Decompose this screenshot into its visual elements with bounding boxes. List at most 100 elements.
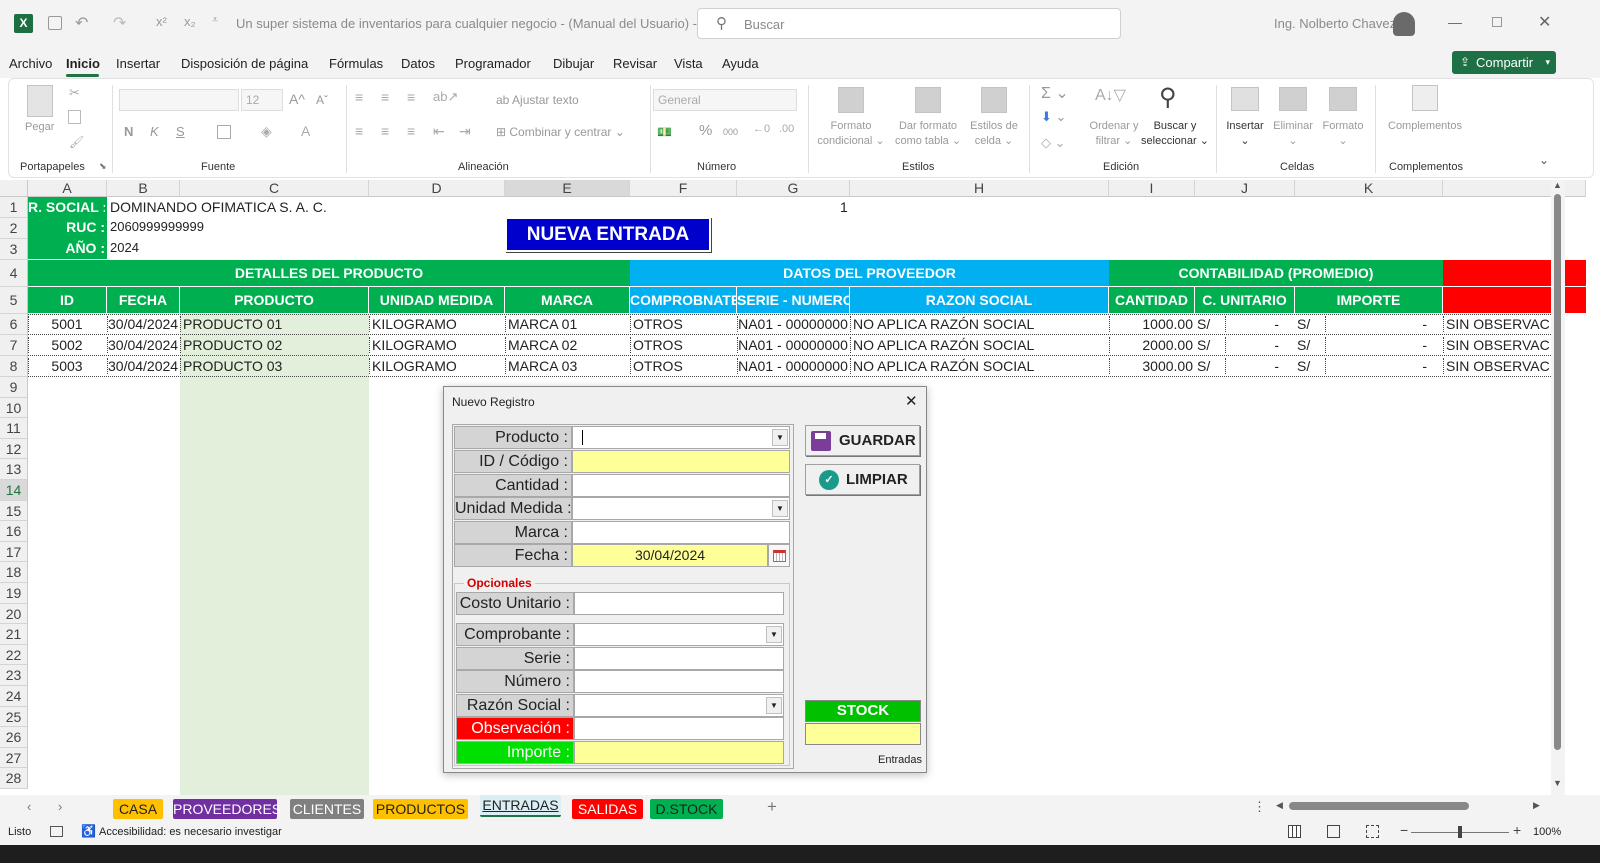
- menu-archivo[interactable]: Archivo: [9, 56, 52, 71]
- cell-marca[interactable]: MARCA 03: [505, 358, 630, 374]
- column-header-b[interactable]: B: [107, 180, 180, 197]
- cell-producto[interactable]: PRODUCTO 01: [180, 316, 369, 332]
- align-left-icon[interactable]: ≡: [355, 123, 363, 139]
- col-header-producto[interactable]: PRODUCTO: [180, 287, 369, 313]
- insert-cells-icon[interactable]: [1231, 87, 1259, 111]
- dialog-close-button[interactable]: ✕: [905, 392, 918, 410]
- limpiar-button[interactable]: ✓ LIMPIAR: [805, 464, 920, 495]
- column-header-e[interactable]: E: [505, 180, 630, 197]
- row-header[interactable]: 1: [0, 197, 28, 218]
- menu-vista[interactable]: Vista: [674, 56, 703, 71]
- collapse-ribbon-icon[interactable]: ⌄: [1539, 153, 1549, 167]
- fecha-field[interactable]: 30/04/2024: [572, 544, 768, 567]
- wrap-text-button[interactable]: ab Ajustar texto: [496, 93, 579, 107]
- cell-cantidad[interactable]: 2000.00: [1109, 337, 1195, 353]
- row-header[interactable]: 11: [0, 418, 28, 439]
- id-field[interactable]: [572, 450, 790, 473]
- razon-combobox[interactable]: ▼: [574, 694, 784, 717]
- row-header[interactable]: 27: [0, 747, 28, 769]
- find-select-label[interactable]: Buscar y seleccionar ⌄: [1135, 119, 1215, 149]
- paste-icon[interactable]: [27, 85, 53, 117]
- align-center-icon[interactable]: ≡: [381, 123, 389, 139]
- customize-toolbar-icon[interactable]: ⩡: [212, 14, 218, 27]
- menu-programador[interactable]: Programador: [455, 56, 531, 71]
- column-header-k[interactable]: K: [1295, 180, 1443, 197]
- number-format-select[interactable]: General: [653, 89, 797, 111]
- cell-cu_val[interactable]: -: [1225, 337, 1295, 353]
- cell-marca[interactable]: MARCA 01: [505, 316, 630, 332]
- font-family-select[interactable]: [119, 89, 239, 111]
- marca-field[interactable]: [572, 521, 790, 544]
- column-header-c[interactable]: C: [180, 180, 369, 197]
- accessibility-status[interactable]: Accesibilidad: es necesario investigar: [99, 826, 282, 838]
- serie-field[interactable]: [574, 647, 784, 670]
- column-header-a[interactable]: A: [28, 180, 107, 197]
- conditional-format-label[interactable]: Formato condicional ⌄: [815, 119, 887, 149]
- save-icon[interactable]: [48, 16, 62, 30]
- menu-datos[interactable]: Datos: [401, 56, 435, 71]
- cell-styles-label[interactable]: Estilos de celda ⌄: [961, 119, 1027, 149]
- row-header[interactable]: 3: [0, 239, 28, 260]
- unidad-combobox[interactable]: ▼: [572, 497, 790, 520]
- cell-fecha[interactable]: 30/04/2024: [107, 316, 180, 332]
- row-header[interactable]: 6: [0, 314, 28, 335]
- producto-combobox[interactable]: ▼: [572, 426, 790, 449]
- col-header-comprobante[interactable]: COMPROBNATE: [630, 287, 737, 313]
- menu-dibujar[interactable]: Dibujar: [553, 56, 594, 71]
- add-sheet-icon[interactable]: +: [767, 797, 777, 817]
- cell-razon[interactable]: NO APLICA RAZÓN SOCIAL: [850, 358, 1109, 374]
- cell-id[interactable]: 5003: [28, 358, 107, 374]
- cell-serie[interactable]: NA01 - 00000000: [737, 316, 850, 332]
- column-header-h[interactable]: H: [850, 180, 1109, 197]
- align-bottom-icon[interactable]: ≡: [407, 89, 415, 105]
- cell-imp_val[interactable]: -: [1325, 358, 1443, 374]
- align-middle-icon[interactable]: ≡: [381, 89, 389, 105]
- cell-obs[interactable]: SIN OBSERVACIO: [1443, 316, 1551, 332]
- dropdown-arrow-icon[interactable]: ▼: [772, 500, 788, 517]
- row-header[interactable]: 7: [0, 335, 28, 356]
- avatar[interactable]: [1393, 12, 1415, 36]
- row-header[interactable]: 10: [0, 397, 28, 419]
- zoom-level[interactable]: 100%: [1533, 826, 1561, 838]
- cell-g1-value[interactable]: 1: [840, 199, 848, 215]
- row-header[interactable]: 18: [0, 562, 28, 583]
- decrease-indent-icon[interactable]: ⇤: [433, 123, 445, 140]
- percent-button[interactable]: %: [699, 122, 712, 139]
- column-header-i[interactable]: I: [1109, 180, 1195, 197]
- format-painter-icon[interactable]: 🖌: [69, 135, 84, 149]
- observacion-field[interactable]: [574, 717, 784, 740]
- cell-comprobante[interactable]: OTROS: [630, 316, 737, 332]
- close-window-icon[interactable]: ✕: [1538, 12, 1551, 32]
- cell-serie[interactable]: NA01 - 00000000: [737, 337, 850, 353]
- row-header[interactable]: 24: [0, 686, 28, 707]
- row-header[interactable]: 14: [0, 480, 28, 501]
- menu-disposicion[interactable]: Disposición de página: [181, 56, 308, 71]
- row-header[interactable]: 2: [0, 218, 28, 239]
- row-header[interactable]: 4: [0, 260, 28, 287]
- sheet-tab-clientes[interactable]: CLIENTES: [290, 799, 364, 819]
- vertical-scrollbar[interactable]: ▲ ▼: [1551, 180, 1565, 795]
- row-header[interactable]: 8: [0, 356, 28, 377]
- decrease-font-icon[interactable]: Aˇ: [316, 93, 328, 107]
- subscript-icon[interactable]: x₂: [184, 14, 196, 29]
- cell-obs[interactable]: SIN OBSERVACIO: [1443, 358, 1551, 374]
- zoom-out-icon[interactable]: −: [1400, 822, 1408, 838]
- accessibility-icon[interactable]: ♿: [81, 824, 96, 838]
- decrease-decimal-icon[interactable]: .00: [779, 123, 794, 135]
- zoom-in-icon[interactable]: +: [1513, 822, 1521, 838]
- cell-obs[interactable]: SIN OBSERVACIO: [1443, 337, 1551, 353]
- copy-icon[interactable]: [68, 110, 81, 124]
- col-header-fecha[interactable]: FECHA: [107, 287, 180, 313]
- delete-cells-icon[interactable]: [1279, 87, 1307, 111]
- group-header-contabilidad[interactable]: CONTABILIDAD (PROMEDIO): [1109, 260, 1443, 286]
- user-name[interactable]: Ing. Nolberto Chavez: [1274, 16, 1396, 31]
- dropdown-arrow-icon[interactable]: ▼: [766, 626, 782, 643]
- thousands-button[interactable]: 000: [723, 127, 738, 137]
- importe-field[interactable]: [574, 741, 784, 764]
- increase-decimal-icon[interactable]: ←0: [753, 123, 770, 135]
- format-cells-label[interactable]: Formato ⌄: [1319, 119, 1367, 149]
- guardar-button[interactable]: GUARDAR: [805, 425, 920, 456]
- menu-revisar[interactable]: Revisar: [613, 56, 657, 71]
- conditional-format-icon[interactable]: [838, 87, 864, 113]
- format-cells-icon[interactable]: [1329, 87, 1357, 111]
